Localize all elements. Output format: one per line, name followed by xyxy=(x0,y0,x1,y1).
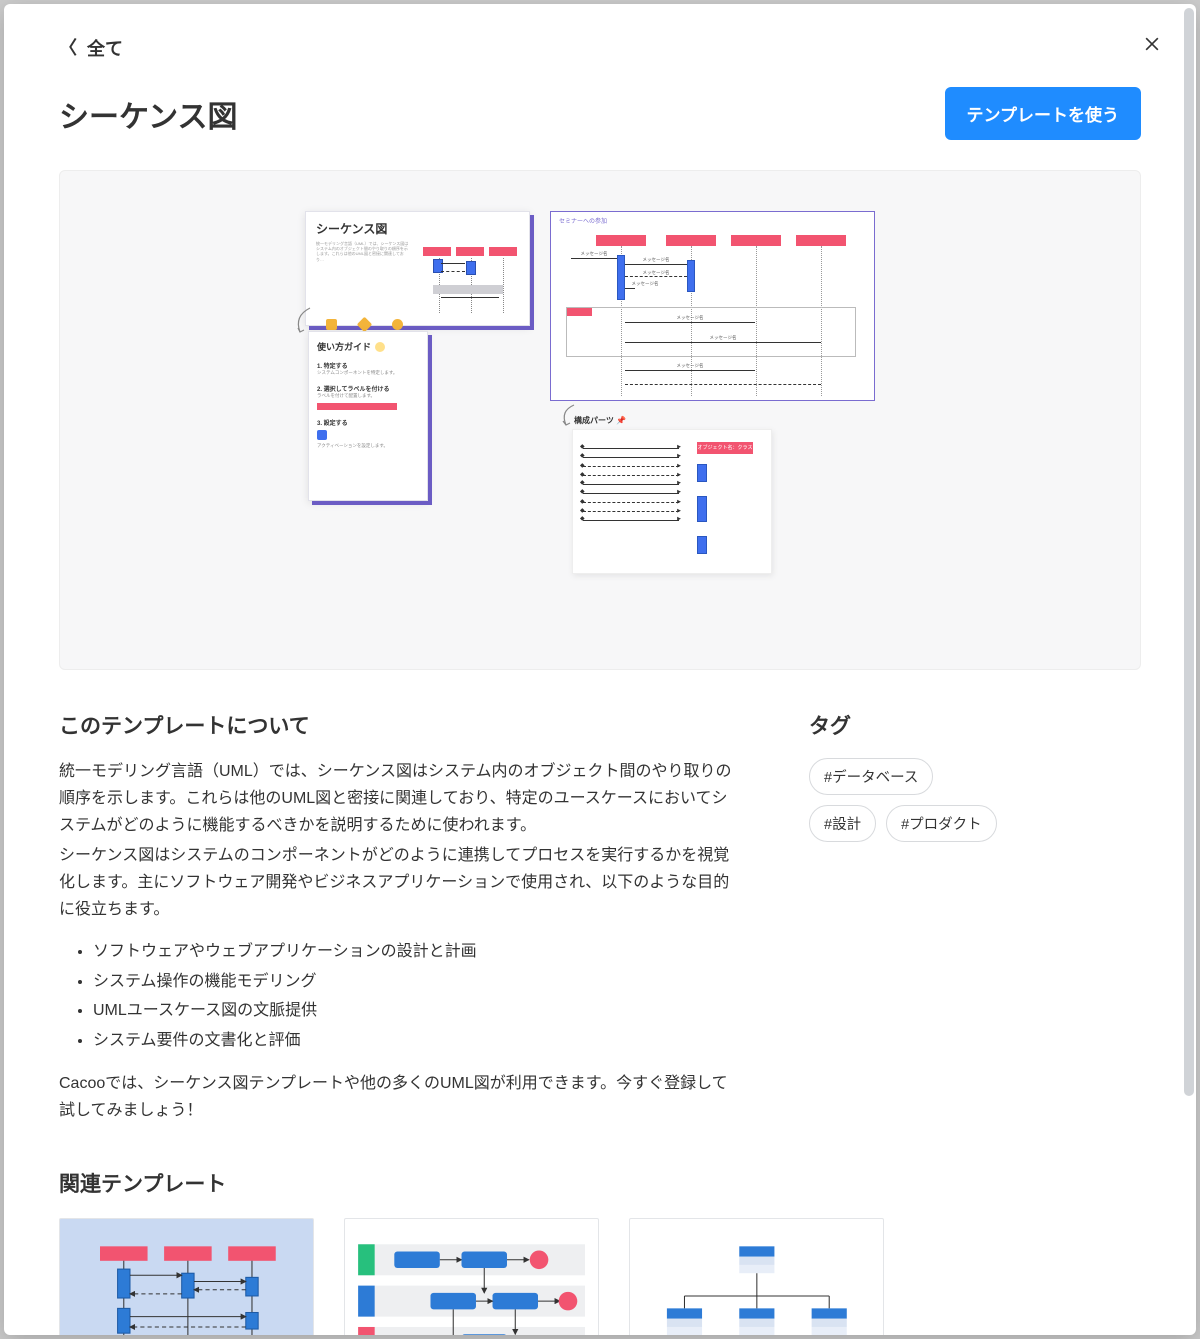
back-label: 全て xyxy=(87,35,123,61)
preview-sheet-parts: オブジェクト名：クラス xyxy=(572,429,772,574)
related-thumb-class xyxy=(629,1218,884,1335)
related-templates-row: UMLシーケンス図 xyxy=(59,1218,1141,1335)
lightbulb-icon xyxy=(375,342,385,352)
use-template-button[interactable]: テンプレートを使う xyxy=(945,87,1142,140)
about-bullet: システム要件の文書化と評価 xyxy=(93,1026,739,1056)
preview-sheet-sequence: セミナーへの参加 メッセージ名 メッセージ名 メッセージ名 メッセージ名 xyxy=(550,211,875,401)
connector-arrow-icon xyxy=(290,306,314,334)
about-bullet: ソフトウェアやウェブアプリケーションの設計と計画 xyxy=(93,937,739,967)
gear-icon xyxy=(317,430,327,440)
about-bullet-list: ソフトウェアやウェブアプリケーションの設計と計画 システム操作の機能モデリング … xyxy=(93,937,739,1055)
related-template-card[interactable]: UMLシーケンス図 xyxy=(59,1218,314,1335)
preview-sheet-overview: シーケンス図 統一モデリング言語（UML）では、シーケンス図はシステム内のオブジ… xyxy=(305,211,530,326)
preview-sheet-guide: 使い方ガイド 1. 特定するシステムコンポーネントを特定します。 2. 選択して… xyxy=(308,331,428,501)
preview-sheet-title: 使い方ガイド xyxy=(317,340,419,353)
tag-chip[interactable]: #設計 xyxy=(809,805,876,842)
pin-icon: 📌 xyxy=(616,416,626,425)
preview-sheet-title: シーケンス図 xyxy=(316,220,519,237)
related-title: 関連テンプレート xyxy=(59,1168,1141,1198)
preview-sheet-parts-title: 構成パーツ 📌 xyxy=(574,415,626,426)
page-title: シーケンス図 xyxy=(59,92,238,136)
related-template-card[interactable]: アクティビティ図 xyxy=(344,1218,599,1335)
tag-chip[interactable]: #プロダクト xyxy=(886,805,997,842)
about-closing: Cacooでは、シーケンス図テンプレートや他の多くのUML図が利用できます。今す… xyxy=(59,1070,739,1124)
template-detail-modal: 〈 全て シーケンス図 テンプレートを使う シーケンス図 統一モデリング言語（U… xyxy=(4,4,1196,1335)
about-title: このテンプレートについて xyxy=(59,710,739,740)
related-thumb-sequence xyxy=(59,1218,314,1335)
about-bullet: UMLユースケース図の文脈提供 xyxy=(93,996,739,1026)
about-paragraph: シーケンス図はシステムのコンポーネントがどのように連携してプロセスを実行するかを… xyxy=(59,842,739,924)
related-thumb-activity xyxy=(344,1218,599,1335)
about-bullet: システム操作の機能モデリング xyxy=(93,967,739,997)
template-preview-panel: シーケンス図 統一モデリング言語（UML）では、シーケンス図はシステム内のオブジ… xyxy=(59,170,1141,670)
tags-title: タグ xyxy=(809,710,1009,740)
about-paragraph: 統一モデリング言語（UML）では、シーケンス図はシステム内のオブジェクト間のやり… xyxy=(59,758,739,840)
back-link[interactable]: 〈 全て xyxy=(59,35,123,61)
related-template-card[interactable]: クラス図 xyxy=(629,1218,884,1335)
tags-section: タグ #データベース #設計 #プロダクト xyxy=(809,710,1009,842)
chevron-left-icon: 〈 xyxy=(59,39,77,57)
about-section: このテンプレートについて 統一モデリング言語（UML）では、シーケンス図はシステ… xyxy=(59,710,739,1126)
tag-chip[interactable]: #データベース xyxy=(809,758,933,795)
